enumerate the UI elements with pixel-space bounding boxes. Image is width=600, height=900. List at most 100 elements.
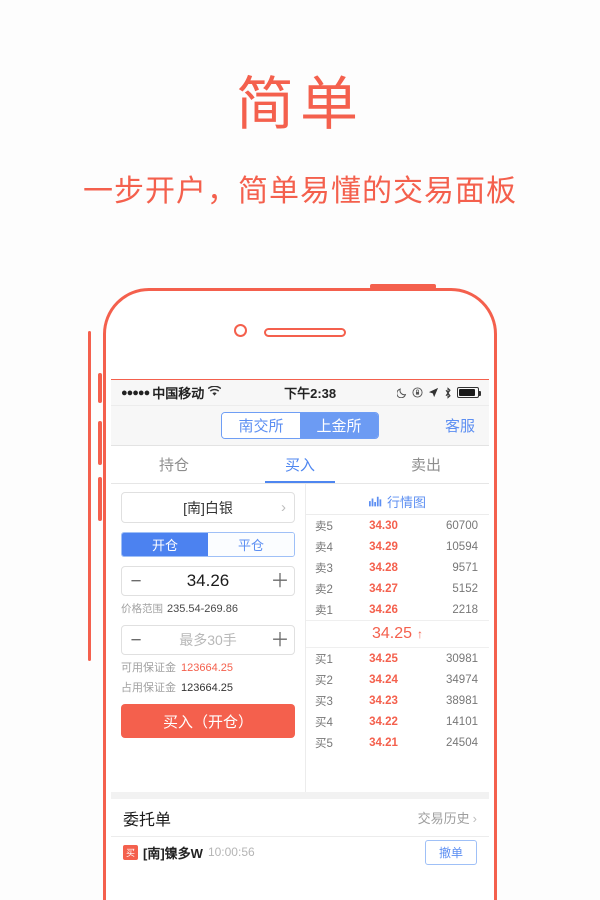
quantity-input[interactable]: 最多30手 bbox=[150, 630, 266, 650]
available-margin-value: 123664.25 bbox=[181, 662, 233, 674]
tab-buy[interactable]: 买入 bbox=[237, 446, 363, 483]
bid-price: 34.23 bbox=[369, 694, 398, 707]
front-camera-icon bbox=[234, 324, 247, 337]
segment-shangjinsuo[interactable]: 上金所 bbox=[300, 413, 378, 438]
price-range-label: 价格范围 bbox=[121, 603, 163, 615]
bid-qty: 30981 bbox=[446, 652, 478, 665]
support-link[interactable]: 客服 bbox=[445, 415, 475, 436]
ask-label: 卖2 bbox=[315, 583, 333, 596]
signal-strength-icon: ●●●●● bbox=[121, 386, 150, 399]
price-stepper[interactable]: − 34.26 ＋ bbox=[121, 566, 295, 596]
order-book-row[interactable]: 买1 34.25 30981 bbox=[306, 648, 489, 669]
phone-side-rail bbox=[88, 331, 91, 661]
order-book-row[interactable]: 买4 34.22 14101 bbox=[306, 711, 489, 732]
wifi-icon bbox=[207, 385, 222, 400]
ask-qty: 5152 bbox=[452, 582, 478, 595]
ask-rows: 卖5 34.30 60700 卖4 34.29 10594 卖3 34.28 9… bbox=[306, 515, 489, 620]
order-row[interactable]: 买 [南]镍多W 10:00:56 撤单 bbox=[111, 837, 489, 867]
position-mode-segmented-control[interactable]: 开仓 平仓 bbox=[121, 532, 295, 557]
bid-label: 买1 bbox=[315, 653, 333, 666]
ask-label: 卖1 bbox=[315, 604, 333, 617]
mute-switch bbox=[98, 373, 102, 403]
trade-tabs: 持仓 买入 卖出 bbox=[111, 446, 489, 484]
order-time: 10:00:56 bbox=[207, 845, 255, 859]
ask-price: 34.27 bbox=[369, 582, 398, 595]
tab-sell[interactable]: 卖出 bbox=[363, 446, 489, 483]
order-book-row[interactable]: 买3 34.23 38981 bbox=[306, 690, 489, 711]
trade-history-label: 交易历史 bbox=[417, 811, 470, 826]
volume-down-button bbox=[98, 477, 102, 521]
ask-qty: 2218 bbox=[452, 603, 478, 616]
order-book-row[interactable]: 买2 34.24 34974 bbox=[306, 669, 489, 690]
ask-price: 34.29 bbox=[369, 540, 398, 553]
bid-qty: 24504 bbox=[446, 736, 478, 749]
ask-price: 34.30 bbox=[369, 519, 398, 532]
phone-mockup: ●●●●● 中国移动 下午2:38 南交所 上金所 客服 持仓 买入 卖出 [南… bbox=[88, 284, 497, 900]
tab-holdings[interactable]: 持仓 bbox=[111, 446, 237, 483]
chart-link-label: 行情图 bbox=[386, 495, 426, 510]
page-title: 简单 bbox=[235, 72, 364, 137]
price-decrement-button[interactable]: − bbox=[122, 572, 150, 591]
used-margin-row: 占用保证金 123664.25 bbox=[121, 679, 295, 695]
status-icons bbox=[397, 386, 481, 399]
phone-screen: ●●●●● 中国移动 下午2:38 南交所 上金所 客服 持仓 买入 卖出 [南… bbox=[111, 379, 489, 900]
order-book-row[interactable]: 卖3 34.28 9571 bbox=[306, 557, 489, 578]
price-range-hint: 价格范围 235.54-269.86 bbox=[121, 601, 295, 616]
ask-label: 卖3 bbox=[315, 562, 333, 575]
ask-price: 34.26 bbox=[369, 603, 398, 616]
cancel-order-button[interactable]: 撤单 bbox=[424, 839, 477, 865]
orders-section: 委托单 交易历史 › 买 [南]镍多W 10:00:56 撤单 bbox=[111, 792, 489, 867]
order-name: [南]镍多W bbox=[143, 845, 203, 861]
order-book-row[interactable]: 卖1 34.26 2218 bbox=[306, 599, 489, 620]
order-form: [南]白银 › 开仓 平仓 − 34.26 ＋ 价格范围 235.54-269.8… bbox=[111, 484, 305, 792]
nav-bar: 南交所 上金所 客服 bbox=[111, 406, 489, 446]
bid-label: 买5 bbox=[315, 737, 333, 750]
trade-history-link[interactable]: 交易历史 › bbox=[418, 808, 477, 827]
orders-header: 委托单 交易历史 › bbox=[111, 799, 489, 837]
used-margin-label: 占用保证金 bbox=[121, 682, 176, 694]
bid-price: 34.25 bbox=[369, 652, 398, 665]
price-input[interactable]: 34.26 bbox=[150, 571, 266, 591]
order-book-row[interactable]: 卖4 34.29 10594 bbox=[306, 536, 489, 557]
bid-rows: 买1 34.25 30981 买2 34.24 34974 买3 34.23 3… bbox=[306, 648, 489, 753]
chevron-right-icon: › bbox=[472, 811, 477, 826]
bid-label: 买4 bbox=[315, 716, 333, 729]
quantity-stepper[interactable]: − 最多30手 ＋ bbox=[121, 625, 295, 655]
clock-label: 下午2:38 bbox=[284, 386, 337, 401]
bid-qty: 34974 bbox=[446, 673, 478, 686]
quantity-increment-button[interactable]: ＋ bbox=[266, 631, 294, 650]
segment-close-position[interactable]: 平仓 bbox=[208, 533, 294, 556]
ask-label: 卖4 bbox=[315, 541, 333, 554]
chart-link[interactable]: 行情图 bbox=[306, 489, 489, 515]
earpiece-speaker bbox=[264, 328, 346, 337]
price-up-arrow-icon: ↑ bbox=[417, 627, 424, 641]
trade-body: [南]白银 › 开仓 平仓 − 34.26 ＋ 价格范围 235.54-269.8… bbox=[111, 484, 489, 792]
volume-up-button bbox=[98, 421, 102, 465]
ask-qty: 9571 bbox=[452, 561, 478, 574]
orders-title: 委托单 bbox=[123, 811, 172, 829]
segment-nanjiaosuo[interactable]: 南交所 bbox=[222, 413, 300, 438]
used-margin-value: 123664.25 bbox=[181, 682, 233, 694]
carrier-label: 中国移动 bbox=[152, 386, 205, 401]
bid-qty: 14101 bbox=[446, 715, 478, 728]
quantity-decrement-button[interactable]: − bbox=[122, 631, 150, 650]
status-bar: ●●●●● 中国移动 下午2:38 bbox=[111, 380, 489, 406]
order-book-row[interactable]: 买5 34.21 24504 bbox=[306, 732, 489, 753]
product-label: [南]白银 bbox=[183, 499, 233, 516]
bid-label: 买2 bbox=[315, 674, 333, 687]
price-increment-button[interactable]: ＋ bbox=[266, 572, 294, 591]
order-book-row[interactable]: 卖5 34.30 60700 bbox=[306, 515, 489, 536]
segment-open-position[interactable]: 开仓 bbox=[122, 533, 208, 556]
ask-qty: 60700 bbox=[446, 519, 478, 532]
rotation-lock-icon bbox=[412, 387, 423, 398]
submit-buy-button[interactable]: 买入（开仓） bbox=[121, 704, 295, 738]
exchange-segmented-control[interactable]: 南交所 上金所 bbox=[221, 412, 379, 439]
order-book-row[interactable]: 卖2 34.27 5152 bbox=[306, 578, 489, 599]
phone-antenna-nub bbox=[370, 284, 436, 289]
last-price: 34.25 ↑ bbox=[306, 620, 489, 648]
bid-label: 买3 bbox=[315, 695, 333, 708]
product-selector[interactable]: [南]白银 › bbox=[121, 492, 295, 523]
bluetooth-icon bbox=[445, 386, 451, 399]
bid-price: 34.24 bbox=[369, 673, 398, 686]
bar-chart-icon bbox=[368, 496, 382, 506]
